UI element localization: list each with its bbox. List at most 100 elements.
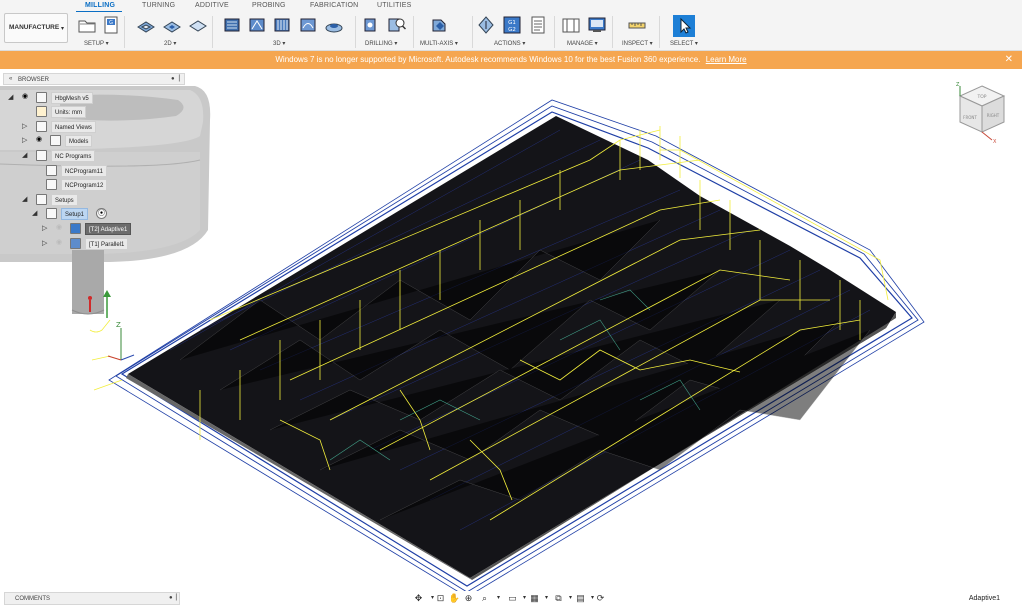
tab-utilities[interactable]: UTILITIES: [377, 2, 411, 9]
viewcube-z-axis: Z: [956, 82, 960, 88]
setup-sheet-icon[interactable]: G: [102, 16, 120, 34]
collapse-arrow-icon[interactable]: ◢: [22, 151, 27, 159]
comments-panel-header[interactable]: COMMENTS ● ▏: [4, 592, 181, 605]
notification-message: Windows 7 is no longer supported by Micr…: [275, 55, 701, 64]
post-process-icon[interactable]: G1G2: [503, 16, 521, 34]
setup-sheet-doc-icon[interactable]: [529, 16, 547, 34]
3d-contour-icon[interactable]: [299, 16, 317, 34]
tree-label-models: Models: [65, 135, 93, 147]
tab-turning[interactable]: TURNING: [142, 2, 175, 9]
hole-recognition-icon[interactable]: [388, 16, 406, 34]
expand-arrow-icon[interactable]: ▷: [42, 239, 47, 247]
group-label-manage[interactable]: MANAGE ▾: [567, 40, 598, 47]
collapse-arrow-icon[interactable]: ◢: [32, 209, 37, 217]
3d-parallel-icon[interactable]: [273, 16, 291, 34]
refresh-icon[interactable]: ⟳: [594, 592, 607, 604]
select-cursor-icon[interactable]: [673, 15, 695, 37]
zoom-icon[interactable]: ⊕: [462, 592, 475, 604]
measure-icon[interactable]: [628, 16, 646, 34]
group-label-inspect[interactable]: INSPECT ▾: [622, 40, 653, 47]
nc-program-icon: [46, 165, 57, 176]
tool-holder: [0, 86, 211, 315]
parallel-operation-icon: [70, 238, 81, 249]
collapse-arrow-icon[interactable]: ◢: [8, 93, 13, 101]
expand-arrow-icon[interactable]: ▷: [22, 136, 27, 144]
tab-probing[interactable]: PROBING: [252, 2, 286, 9]
eye-icon[interactable]: ◉: [22, 92, 33, 103]
pin-icon[interactable]: ●: [171, 76, 175, 82]
3d-adaptive-icon[interactable]: [223, 16, 241, 34]
svg-text:G1: G1: [508, 20, 516, 26]
machine-library-icon[interactable]: [588, 16, 606, 34]
3d-pocket-icon[interactable]: [248, 16, 266, 34]
simulate-icon[interactable]: [477, 16, 495, 34]
viewcube[interactable]: TOP FRONT RIGHT X Z: [954, 82, 1010, 144]
group-label-multi-axis[interactable]: MULTI-AXIS ▾: [420, 40, 458, 47]
group-label-actions[interactable]: ACTIONS ▾: [494, 40, 525, 47]
collapse-panel-icon[interactable]: ▏: [179, 75, 184, 82]
multi-axis-icon[interactable]: [430, 16, 448, 34]
collapse-arrows-icon[interactable]: «: [9, 76, 12, 82]
setup-folder-icon[interactable]: [78, 16, 96, 34]
chevron-down-icon: ▾: [61, 26, 65, 32]
tree-label-nc-program-1: NCProgram11: [61, 165, 107, 177]
toolbar-separator: [124, 16, 125, 48]
axis-triad: Z: [107, 321, 135, 361]
close-icon[interactable]: ✕: [1005, 54, 1013, 65]
group-label-drilling[interactable]: DRILLING ▾: [365, 40, 397, 47]
folder-icon: [36, 150, 47, 161]
tree-label-named-views: Named Views: [51, 121, 96, 133]
drill-icon[interactable]: [364, 16, 382, 34]
toolbar-separator: [612, 16, 613, 48]
adaptive-operation-icon: [70, 223, 81, 234]
viewcube-front[interactable]: FRONT: [963, 115, 977, 120]
tab-additive[interactable]: ADDITIVE: [195, 2, 229, 9]
navigation-bar: ✥ ▾ ⊡ ✋ ⊕ ⌕ ▾ ▭ ▾ ▦ ▾ ⧉ ▾ ▤ ▾ ⟳: [410, 591, 608, 606]
eye-icon[interactable]: ◉: [36, 135, 47, 146]
document-icon: [36, 92, 47, 103]
folder-icon: [36, 121, 47, 132]
group-label-setup[interactable]: SETUP ▾: [84, 40, 109, 47]
expand-arrow-icon[interactable]: ▷: [42, 224, 47, 232]
tool-library-icon[interactable]: [562, 16, 580, 34]
collapse-panel-icon[interactable]: ▏: [176, 594, 181, 601]
browser-panel-header[interactable]: « BROWSER ● ▏: [3, 73, 185, 85]
viewcube-top[interactable]: TOP: [976, 94, 986, 100]
2d-face-icon[interactable]: [189, 16, 207, 34]
tree-label-nc-programs: NC Programs: [51, 150, 96, 162]
toolbar-separator: [413, 16, 414, 48]
expand-arrow-icon[interactable]: ▷: [22, 122, 27, 130]
3d-scallop-icon[interactable]: [325, 16, 343, 34]
folder-icon: [36, 194, 47, 205]
workspace-switcher-button[interactable]: MANUFACTURE ▾: [4, 13, 68, 43]
comments-title: COMMENTS: [15, 596, 50, 602]
add-comment-icon[interactable]: ●: [169, 595, 173, 601]
eye-icon[interactable]: ◉: [56, 238, 67, 249]
svg-text:G2: G2: [508, 27, 516, 33]
collapse-arrow-icon[interactable]: ◢: [22, 195, 27, 203]
target-icon[interactable]: ⦿: [96, 208, 107, 219]
viewcube-right[interactable]: RIGHT: [987, 113, 1000, 118]
tab-fabrication[interactable]: FABRICATION: [310, 2, 358, 9]
tree-label-operation-parallel: [T1] Parallel1: [85, 238, 129, 250]
notification-text-wrap: Windows 7 is no longer supported by Micr…: [0, 55, 1022, 64]
chevron-down-icon[interactable]: ▾: [492, 592, 505, 604]
tree-label-nc-program-2: NCProgram12: [61, 179, 108, 191]
svg-text:G: G: [109, 20, 113, 26]
graphics-viewport[interactable]: Z: [0, 69, 1022, 591]
2d-adaptive-icon[interactable]: [137, 16, 155, 34]
group-label-2d[interactable]: 2D ▾: [164, 40, 176, 47]
pan-hand-icon[interactable]: ✋: [448, 592, 461, 604]
tree-label-root: HbgMesh v5: [51, 92, 93, 104]
orbit-constrained-icon[interactable]: ✥: [412, 592, 425, 604]
zoom-window-icon[interactable]: ⌕: [478, 592, 491, 604]
units-icon: [36, 106, 47, 117]
group-label-select[interactable]: SELECT ▾: [670, 40, 698, 47]
eye-icon[interactable]: ◉: [56, 223, 67, 234]
look-at-icon[interactable]: ⊡: [434, 592, 447, 604]
2d-pocket-icon[interactable]: [163, 16, 181, 34]
group-label-3d[interactable]: 3D ▾: [273, 40, 285, 47]
setup-icon: [46, 208, 57, 219]
tab-milling[interactable]: MILLING: [85, 2, 115, 9]
learn-more-link[interactable]: Learn More: [706, 55, 747, 64]
